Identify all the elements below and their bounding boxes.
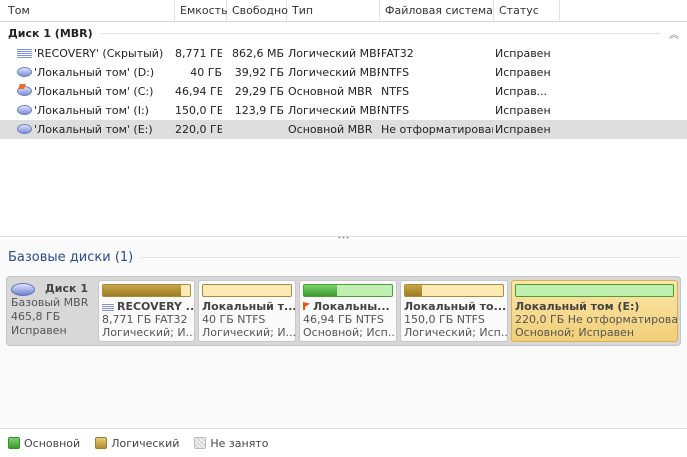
volume-free: 39,92 ГБ	[234, 66, 284, 79]
volume-type: Основной MBR	[288, 123, 373, 136]
usage-bar	[303, 284, 393, 297]
column-header: Том Емкость Свободно Тип Файловая систем…	[0, 0, 687, 22]
partition-block[interactable]: Локальный том (E:) 220,0 ГБ Не отформати…	[511, 280, 678, 342]
volume-row[interactable]: 'Локальный том' (C:) 46,94 ГБ 29,29 ГБ О…	[0, 82, 687, 101]
partition-title: Локальный том (E:)	[515, 300, 640, 313]
partition-block[interactable]: RECOVERY ... 8,771 ГБ FAT32 Логический; …	[98, 280, 195, 342]
partition-title: RECOVERY ...	[117, 300, 195, 313]
disk-status: Исправен	[11, 324, 67, 337]
volume-icon	[17, 124, 32, 134]
partition-status: Логический; Исп...	[404, 326, 508, 339]
volume-status: Исправен	[495, 104, 551, 117]
partition-title: Локальны...	[313, 300, 390, 313]
usage-bar	[515, 284, 674, 297]
volume-capacity: 150,0 ГБ	[175, 104, 222, 117]
volume-icon	[17, 48, 32, 58]
volume-capacity: 220,0 ГБ	[175, 123, 222, 136]
usage-bar	[404, 284, 504, 297]
disk-info[interactable]: Диск 1 Базовый MBR 465,8 ГБ Исправен	[11, 282, 96, 338]
volume-free: 29,29 ГБ	[234, 85, 284, 98]
legend-unallocated: Не занято	[194, 437, 268, 450]
partition-block[interactable]: Локальный то... 150,0 ГБ NTFS Логический…	[400, 280, 508, 342]
partition-title: Локальный т...	[202, 300, 296, 313]
disk-size: 465,8 ГБ	[11, 310, 61, 323]
volume-fs: Не отформатирован	[381, 123, 493, 136]
volume-capacity: 8,771 ГБ	[175, 47, 222, 60]
disk-type: Базовый MBR	[11, 296, 89, 309]
col-status[interactable]: Статус	[494, 0, 560, 22]
partition-block[interactable]: Локальны... 46,94 ГБ NTFS Основной; Исп.…	[299, 280, 397, 342]
disk-group-header: Диск 1 (MBR) ︽	[8, 25, 679, 41]
partition-size: 8,771 ГБ FAT32	[102, 313, 188, 326]
volume-free: 862,6 МБ	[231, 47, 284, 60]
col-capacity[interactable]: Емкость	[175, 0, 228, 22]
volume-row[interactable]: 'Локальный том' (E:) 220,0 ГБ Основной M…	[0, 120, 687, 139]
volume-fs: NTFS	[381, 104, 410, 117]
volume-status: Исправ...	[495, 85, 548, 98]
partition-status: Основной; Исправен	[515, 326, 635, 339]
volume-row[interactable]: 'RECOVERY' (Скрытый) 8,771 ГБ 862,6 МБ Л…	[0, 44, 687, 63]
col-volume[interactable]: Том	[0, 0, 175, 22]
col-free[interactable]: Свободно	[227, 0, 288, 22]
partition-status: Основной; Исп...	[303, 326, 397, 339]
partition-size: 150,0 ГБ NTFS	[404, 313, 485, 326]
volume-icon	[17, 105, 32, 115]
partition-block[interactable]: Локальный т... 40 ГБ NTFS Логический; И.…	[198, 280, 296, 342]
volume-capacity: 46,94 ГБ	[175, 85, 222, 98]
partition-size: 220,0 ГБ Не отформатирован	[515, 313, 678, 326]
usage-bar	[202, 284, 292, 297]
disk-name: Диск 1	[45, 282, 88, 295]
volume-status: Исправен	[495, 47, 551, 60]
volume-capacity: 40 ГБ	[190, 66, 222, 79]
partition-size: 40 ГБ NTFS	[202, 313, 266, 326]
legend: Основной Логический Не занято	[0, 428, 687, 457]
volume-name: 'Локальный том' (D:)	[34, 66, 155, 79]
partition-size: 46,94 ГБ NTFS	[303, 313, 384, 326]
volume-name: 'Локальный том' (E:)	[34, 123, 153, 136]
volume-type: Логический MBR	[288, 66, 380, 79]
col-fs[interactable]: Файловая система	[380, 0, 494, 22]
legend-logical: Логический	[95, 437, 179, 450]
usage-bar	[102, 284, 191, 297]
col-type[interactable]: Тип	[287, 0, 380, 22]
volume-name: 'Локальный том' (I:)	[34, 104, 149, 117]
volume-fs: NTFS	[381, 85, 410, 98]
volume-free: 123,9 ГБ	[234, 104, 284, 117]
volume-fs: FAT32	[381, 47, 414, 60]
disk-map-panel: Базовые диски (1) Диск 1 Базовый MBR 465…	[0, 240, 687, 426]
volume-row[interactable]: 'Локальный том' (I:) 150,0 ГБ 123,9 ГБ Л…	[0, 101, 687, 120]
partition-title: Локальный то...	[404, 300, 507, 313]
volume-type: Основной MBR	[288, 85, 373, 98]
volume-type: Логический MBR	[288, 47, 380, 60]
legend-primary: Основной	[8, 437, 80, 450]
disk-icon	[11, 282, 35, 296]
volume-name: 'Локальный том' (C:)	[34, 85, 154, 98]
disk-group-label: Диск 1 (MBR)	[8, 26, 93, 40]
volume-fs: NTFS	[381, 66, 410, 79]
partition-status: Логический; И...	[102, 326, 195, 339]
system-flag-icon	[303, 302, 310, 310]
volume-icon	[17, 86, 32, 96]
disk-strip: Диск 1 Базовый MBR 465,8 ГБ Исправен REC…	[6, 276, 681, 346]
volume-name: 'RECOVERY' (Скрытый)	[34, 47, 164, 60]
panel-title: Базовые диски (1)	[8, 250, 134, 265]
recovery-icon	[102, 302, 114, 312]
volume-status: Исправен	[495, 123, 551, 136]
volume-row[interactable]: 'Локальный том' (D:) 40 ГБ 39,92 ГБ Логи…	[0, 63, 687, 82]
volume-icon	[17, 67, 32, 77]
collapse-icon[interactable]: ︽	[669, 26, 679, 41]
partition-status: Логический; И...	[202, 326, 296, 339]
volume-type: Логический MBR	[288, 104, 380, 117]
volume-status: Исправен	[495, 66, 551, 79]
